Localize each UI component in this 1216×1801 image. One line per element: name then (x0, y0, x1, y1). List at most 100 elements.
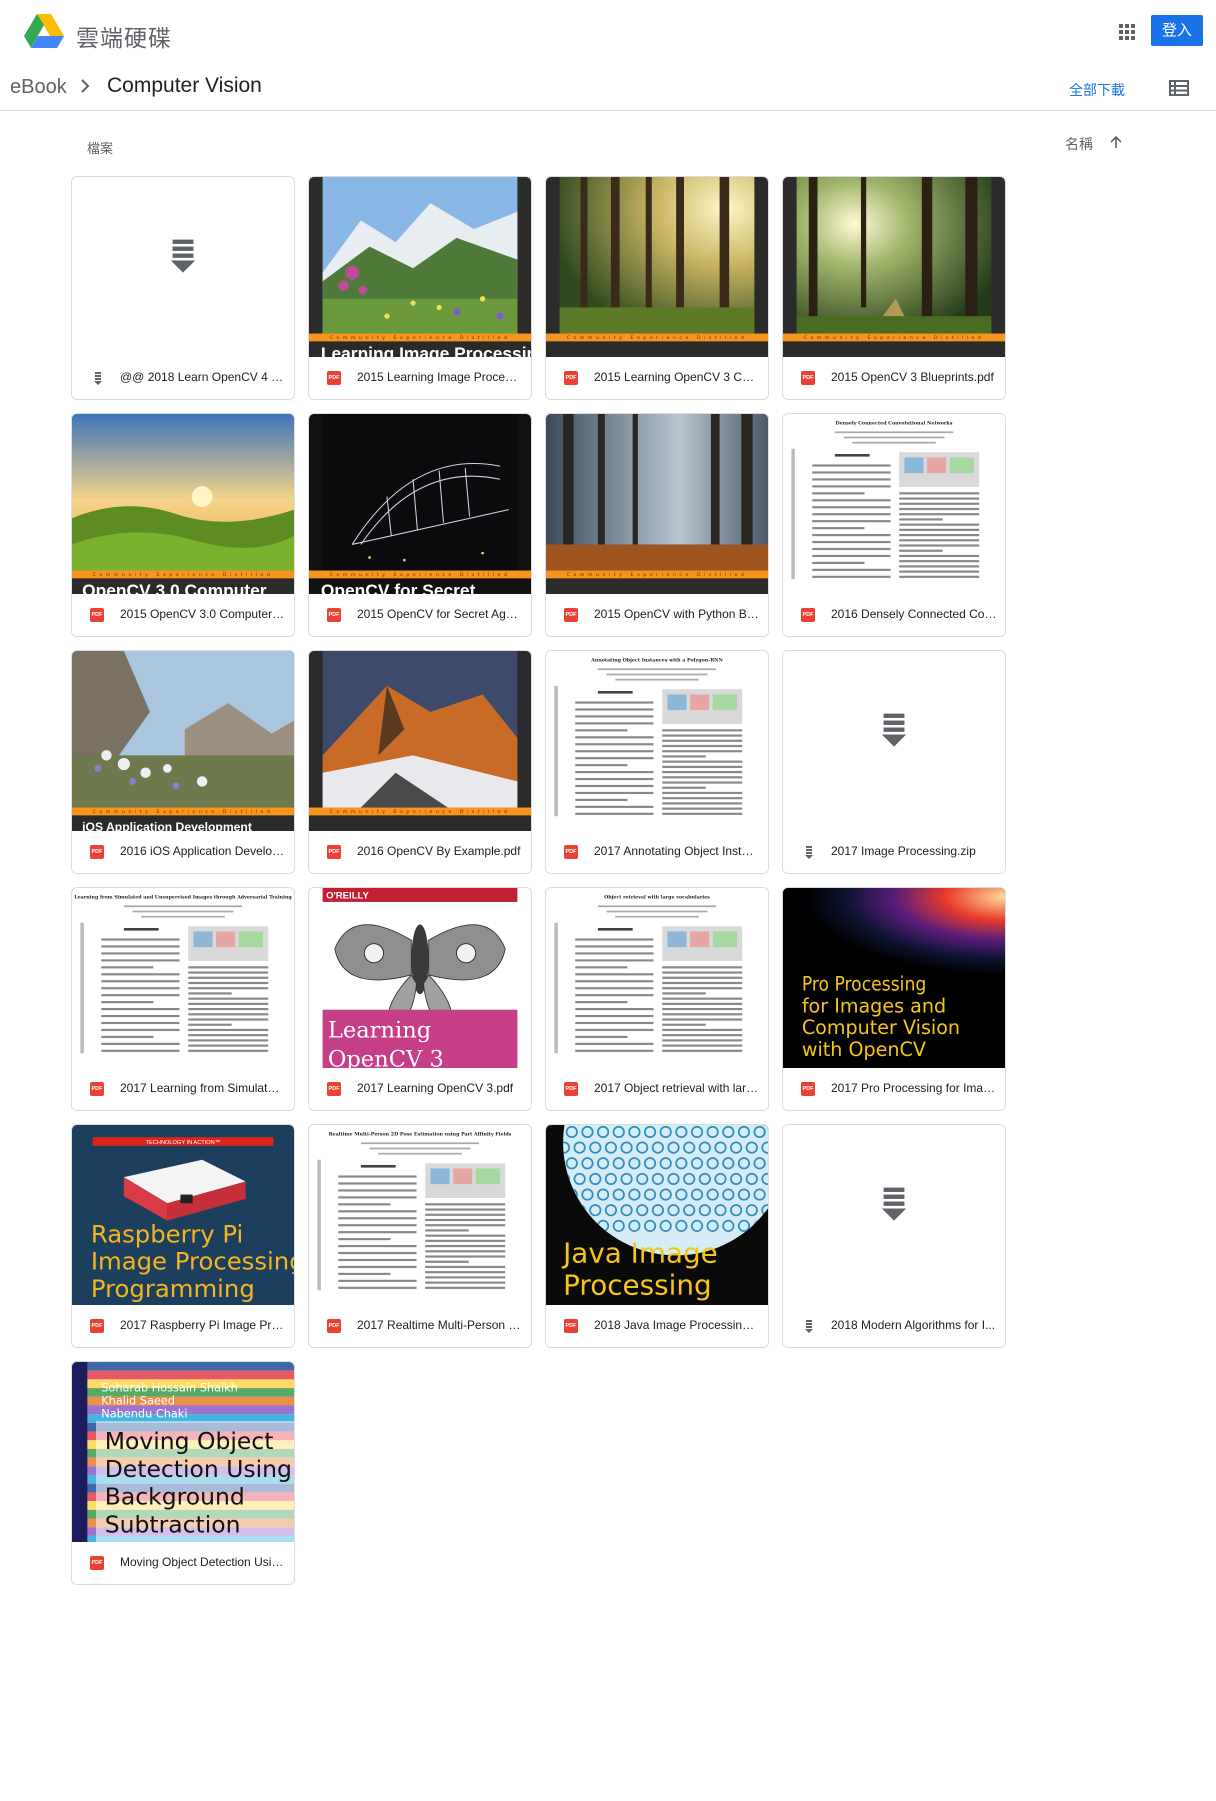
file-card-footer: PDF 2018 Java Image Processing ... (546, 1305, 768, 1347)
file-card[interactable]: Learning from Simulated and Unsupervised… (71, 887, 295, 1111)
svg-text:iOS Application Development: iOS Application Development (82, 820, 252, 831)
file-card-footer: 2017 Image Processing.zip (783, 831, 1005, 873)
file-thumbnail: Community Experience Distilled OpenCV 3.… (72, 414, 294, 594)
svg-text:Community Experience Distilled: Community Experience Distilled (330, 809, 511, 815)
cover-image: Community Experience Distilled iOS Appli… (72, 651, 294, 831)
file-card[interactable]: Realtime Multi-Person 2D Pose Estimation… (308, 1124, 532, 1348)
pdf-file-icon: PDF (801, 608, 815, 622)
cover-image: Densely Connected Convolutional Networks (783, 414, 1005, 594)
file-card[interactable]: Community Experience Distilled iOS Appli… (71, 650, 295, 874)
file-card-footer: PDF 2015 OpenCV for Secret Agent... (309, 594, 531, 636)
file-name: 2017 Annotating Object Instan... (594, 844, 760, 858)
file-thumbnail: Densely Connected Convolutional Networks (783, 414, 1005, 594)
arrow-up-icon[interactable] (1109, 134, 1123, 150)
file-card-footer: PDF 2016 iOS Application Develop... (72, 831, 294, 873)
pdf-file-icon: PDF (801, 371, 815, 385)
cover-image: Community Experience Distilled (546, 177, 768, 357)
download-all-link[interactable]: 全部下載 (1069, 80, 1125, 100)
cover-image: Pro Processing for Images and Computer V… (783, 888, 1005, 1068)
file-card[interactable]: Object retrieval with large vocabularies… (545, 887, 769, 1111)
file-card[interactable]: Community Experience Distilled Learning … (308, 176, 532, 400)
svg-text:OpenCV 3: OpenCV 3 (328, 1046, 444, 1068)
cover-image: Community Experience Distilled (783, 177, 1005, 357)
file-card-footer: PDF 2017 Annotating Object Instan... (546, 831, 768, 873)
file-thumbnail-placeholder (783, 651, 1005, 831)
zip-large-icon (881, 713, 907, 747)
file-card[interactable]: O'REILLY Learning OpenCV 3 PDF 2017 Learni… (308, 887, 532, 1111)
file-thumbnail: Annotating Object Instances with a Polyg… (546, 651, 768, 831)
pdf-file-icon: PDF (90, 608, 104, 622)
breadcrumb-root[interactable]: eBook (10, 76, 67, 99)
file-card[interactable]: Community Experience Distilled PDF 2015 Op… (545, 413, 769, 637)
list-view-icon[interactable] (1168, 78, 1190, 98)
file-card[interactable]: Community Experience Distilled PDF 2015 Op… (782, 176, 1006, 400)
cover-image: Realtime Multi-Person 2D Pose Estimation… (309, 1125, 531, 1305)
file-card[interactable]: Java Image Processing PDF 2018 Java Image … (545, 1124, 769, 1348)
pdf-file-icon: PDF (564, 1319, 578, 1333)
cover-image: Java Image Processing (546, 1125, 768, 1305)
file-card-footer: PDF 2016 OpenCV By Example.pdf (309, 831, 531, 873)
zip-file-icon (801, 844, 817, 860)
file-card-footer: 2018 Modern Algorithms for I... (783, 1305, 1005, 1347)
apps-grid-icon[interactable] (1117, 22, 1137, 42)
file-thumbnail: Java Image Processing (546, 1125, 768, 1305)
file-card-footer: PDF 2017 Pro Processing for Imag... (783, 1068, 1005, 1110)
svg-text:Annotating Object Instances wi: Annotating Object Instances with a Polyg… (590, 657, 723, 663)
svg-text:Learning: Learning (328, 1018, 431, 1044)
file-card[interactable]: 2017 Image Processing.zip (782, 650, 1006, 874)
svg-text:for Images and: for Images and (802, 994, 946, 1017)
file-card[interactable]: Pro Processing for Images and Computer V… (782, 887, 1006, 1111)
file-card[interactable]: Soharab Hossain Shaikh Khalid Saeed Nabe… (71, 1361, 295, 1585)
pdf-file-icon: PDF (564, 608, 578, 622)
file-thumbnail: Realtime Multi-Person 2D Pose Estimation… (309, 1125, 531, 1305)
file-name: 2015 OpenCV with Python Blu... (594, 607, 760, 621)
file-thumbnail: TECHNOLOGY IN ACTION™ Raspberry Pi Image… (72, 1125, 294, 1305)
file-card-footer: PDF 2015 OpenCV 3 Blueprints.pdf (783, 357, 1005, 399)
file-name: 2015 OpenCV for Secret Agent... (357, 607, 523, 621)
app-bar: 雲端硬碟 登入 (0, 0, 1216, 64)
file-card[interactable]: 2018 Modern Algorithms for I... (782, 1124, 1006, 1348)
pdf-file-icon: PDF (90, 1556, 104, 1570)
file-name: 2017 Realtime Multi-Person 2... (357, 1318, 523, 1332)
file-name: 2017 Object retrieval with larg... (594, 1081, 760, 1095)
file-card[interactable]: TECHNOLOGY IN ACTION™ Raspberry Pi Image… (71, 1124, 295, 1348)
file-thumbnail: Community Experience Distilled Learning … (309, 177, 531, 357)
sign-in-button[interactable]: 登入 (1151, 15, 1203, 46)
file-card[interactable]: Annotating Object Instances with a Polyg… (545, 650, 769, 874)
file-name: 2017 Image Processing.zip (831, 844, 976, 858)
pdf-file-icon: PDF (801, 1082, 815, 1096)
file-thumbnail: Community Experience Distilled (546, 177, 768, 357)
cover-image: Community Experience Distilled OpenCV fo… (309, 414, 531, 594)
svg-text:OpenCV for Secret: OpenCV for Secret (321, 581, 476, 594)
file-name: @@ 2018 Learn OpenCV 4 by ... (120, 370, 286, 384)
file-thumbnail: Community Experience Distilled (783, 177, 1005, 357)
svg-text:Khalid Saeed: Khalid Saeed (101, 1395, 175, 1408)
file-name: 2017 Learning from Simulated... (120, 1081, 286, 1095)
file-card[interactable]: @@ 2018 Learn OpenCV 4 by ... (71, 176, 295, 400)
pdf-file-icon: PDF (90, 845, 104, 859)
file-thumbnail: Object retrieval with large vocabularies (546, 888, 768, 1068)
file-name: 2016 OpenCV By Example.pdf (357, 844, 521, 858)
svg-text:with OpenCV: with OpenCV (802, 1038, 926, 1061)
file-card-footer: PDF 2015 Learning OpenCV 3 Com... (546, 357, 768, 399)
file-card[interactable]: Densely Connected Convolutional Networks… (782, 413, 1006, 637)
file-card[interactable]: Community Experience Distilled OpenCV 3.… (71, 413, 295, 637)
svg-text:Soharab Hossain Shaikh: Soharab Hossain Shaikh (101, 1382, 238, 1395)
cover-image: Community Experience Distilled OpenCV 3.… (72, 414, 294, 594)
svg-text:TECHNOLOGY IN ACTION™: TECHNOLOGY IN ACTION™ (146, 1140, 221, 1146)
file-thumbnail-placeholder (783, 1125, 1005, 1305)
sort-by-name-button[interactable]: 名稱 (1065, 134, 1093, 154)
cover-image: Learning from Simulated and Unsupervised… (72, 888, 294, 1068)
file-card[interactable]: Community Experience Distilled OpenCV fo… (308, 413, 532, 637)
pdf-file-icon: PDF (327, 371, 341, 385)
file-thumbnail: Learning from Simulated and Unsupervised… (72, 888, 294, 1068)
cover-image: Community Experience Distilled (546, 414, 768, 594)
file-card[interactable]: Community Experience Distilled PDF 2015 Le… (545, 176, 769, 400)
svg-text:Community Experience Distilled: Community Experience Distilled (567, 335, 748, 341)
file-name: 2018 Java Image Processing ... (594, 1318, 760, 1332)
svg-text:Community Experience Distilled: Community Experience Distilled (567, 572, 748, 578)
file-card[interactable]: Community Experience Distilled PDF 2016 Op… (308, 650, 532, 874)
svg-text:Object retrieval with large vo: Object retrieval with large vocabularies (604, 894, 710, 900)
file-thumbnail: Community Experience Distilled (309, 651, 531, 831)
file-card-footer: PDF 2017 Realtime Multi-Person 2... (309, 1305, 531, 1347)
